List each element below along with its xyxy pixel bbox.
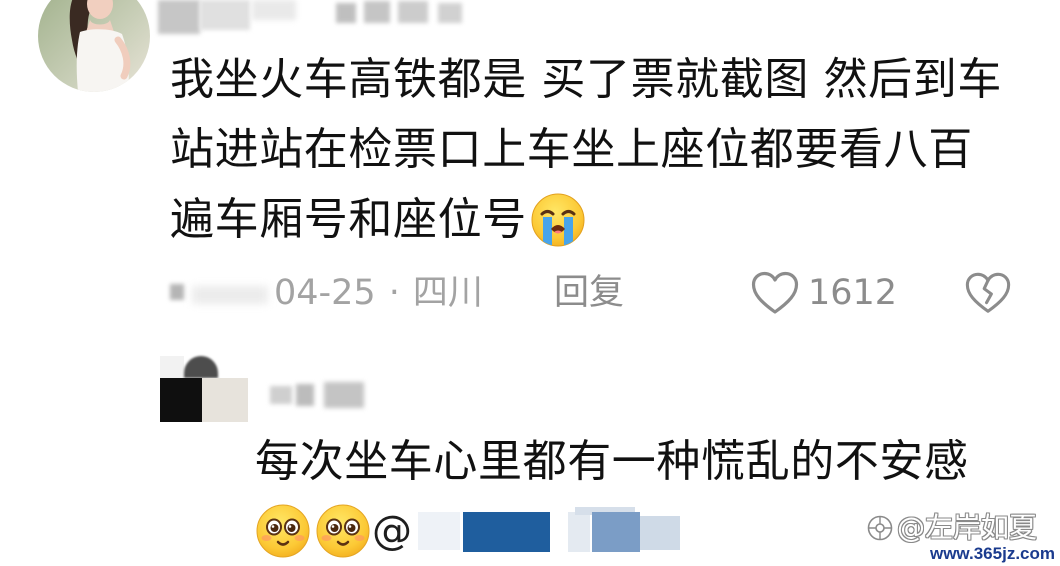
redaction-block bbox=[438, 3, 462, 23]
redaction-block bbox=[296, 384, 314, 406]
broken-heart-icon bbox=[965, 272, 1011, 313]
emoji-row bbox=[255, 502, 371, 560]
commenter-avatar[interactable] bbox=[38, 0, 150, 92]
watermark-site: www.365jz.com bbox=[929, 544, 1055, 563]
redaction-block bbox=[184, 356, 218, 378]
redaction-block bbox=[252, 0, 296, 20]
redaction-block bbox=[202, 378, 248, 422]
loudly-crying-face-icon bbox=[531, 193, 585, 247]
comment-text-line-with-emoji: 遍车厢号和座位号 bbox=[170, 185, 586, 255]
mention-name-redacted bbox=[568, 512, 590, 552]
redaction-block bbox=[158, 0, 200, 34]
smiling-face-icon bbox=[256, 504, 310, 558]
redaction-block bbox=[270, 386, 292, 404]
redaction-block bbox=[336, 3, 356, 23]
mention-name-redacted bbox=[463, 512, 550, 552]
like-button[interactable]: 1612 bbox=[750, 268, 897, 318]
heart-outline-icon bbox=[751, 271, 799, 314]
comment-date: 04-25 bbox=[274, 273, 376, 313]
redaction-block bbox=[192, 286, 268, 304]
mention-name-redacted bbox=[640, 516, 680, 550]
comment-text-line: 站进站在检票口上车坐上座位都要看八百 bbox=[170, 124, 973, 175]
comment-location: 四川 bbox=[412, 273, 483, 313]
comment-date-location: 04-25 · 四川 bbox=[274, 268, 483, 318]
redaction-block bbox=[364, 1, 390, 23]
reply-username-redacted[interactable] bbox=[268, 378, 372, 412]
reply-button[interactable]: 回复 bbox=[554, 268, 624, 318]
dislike-button[interactable] bbox=[964, 270, 1012, 316]
reply-text-line: 每次坐车心里都有一种慌乱的不安感 bbox=[255, 436, 969, 487]
watermark-handle: @左岸如夏 bbox=[897, 511, 1038, 544]
redaction-block bbox=[170, 284, 184, 300]
comment-text-line: 遍车厢号和座位号 bbox=[170, 194, 527, 245]
mention-name-redacted bbox=[592, 512, 640, 552]
watermark-logo-icon bbox=[867, 515, 893, 541]
avatar-photo bbox=[38, 0, 150, 92]
date-year-redacted bbox=[168, 280, 272, 310]
mention-name-redacted bbox=[418, 512, 460, 550]
redaction-block bbox=[324, 382, 364, 408]
commenter-username-redacted[interactable] bbox=[156, 0, 476, 36]
redaction-block bbox=[160, 356, 184, 378]
redaction-block bbox=[200, 0, 250, 30]
mention-at-sign: @ bbox=[372, 508, 412, 554]
smiling-face-icon bbox=[316, 504, 370, 558]
mention-link[interactable]: @ bbox=[372, 502, 684, 560]
date-separator: · bbox=[388, 273, 400, 313]
redaction-block bbox=[398, 1, 428, 23]
redaction-block bbox=[160, 378, 202, 422]
like-count: 1612 bbox=[808, 273, 898, 313]
comment-text-line: 我坐火车高铁都是 买了票就截图 然后到车 bbox=[170, 54, 1002, 105]
reply-avatar-redacted[interactable] bbox=[160, 356, 248, 422]
